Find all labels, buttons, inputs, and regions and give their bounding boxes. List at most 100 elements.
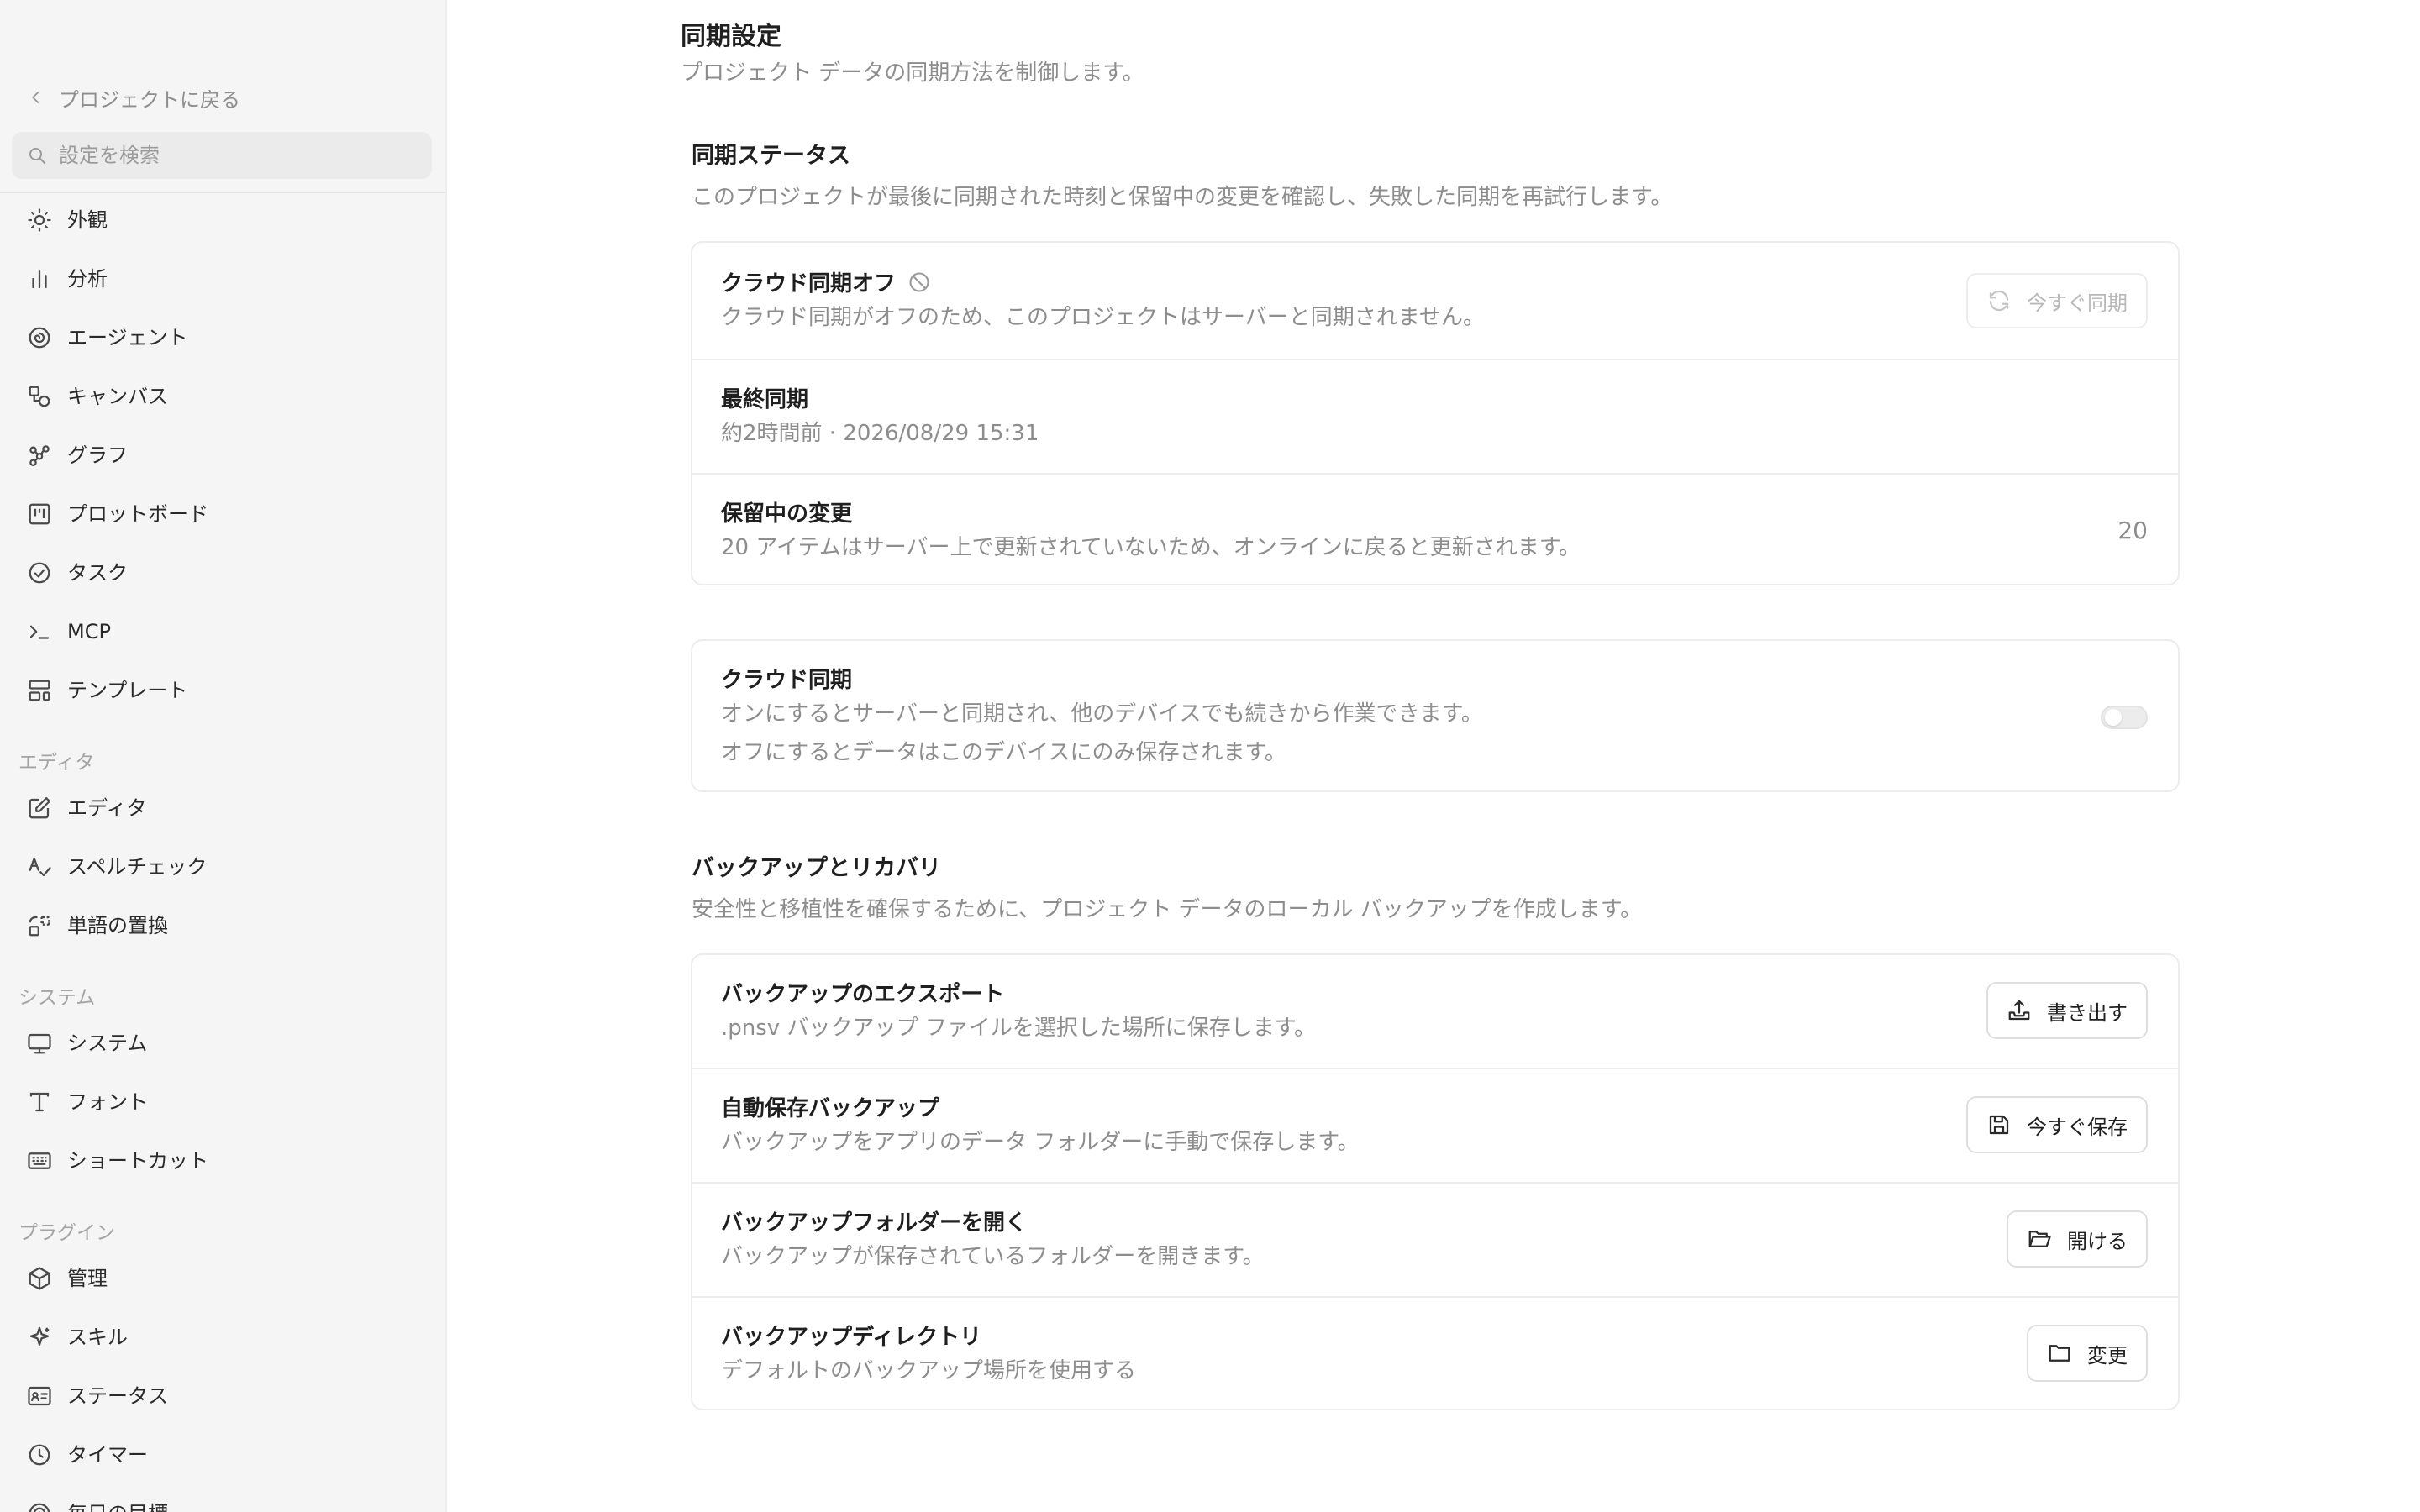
sidebar-item-label: ショートカット [67, 1149, 208, 1173]
id-card-icon [28, 1386, 51, 1406]
sidebar-item-label: MCP [67, 620, 111, 643]
sidebar-item-canvas[interactable]: キャンバス [12, 373, 432, 420]
sidebar-item-label: 単語の置換 [67, 914, 168, 937]
search-input[interactable] [57, 143, 413, 168]
sidebar-item-manage[interactable]: 管理 [12, 1255, 432, 1302]
sidebar-item-status[interactable]: ステータス [12, 1373, 432, 1420]
export-title: バックアップのエクスポート [721, 982, 1005, 1007]
backup-card: バックアップのエクスポート .pnsv バックアップ ファイルを選択した場所に保… [691, 953, 2180, 1410]
cloud-sync-desc-1: オンにするとサーバーと同期され、他のデバイスでも続きから作業できます。 [721, 701, 1483, 727]
export-button-label: 書き出す [2047, 1000, 2128, 1025]
save-now-button[interactable]: 今すぐ保存 [1966, 1096, 2148, 1153]
sidebar-item-label: 分析 [67, 267, 108, 291]
open-folder-desc: バックアップが保存されているフォルダーを開きます。 [721, 1244, 1265, 1269]
package-icon [29, 1267, 50, 1290]
sidebar-item-skills[interactable]: スキル [12, 1314, 432, 1361]
change-label: 変更 [2087, 1343, 2128, 1368]
cloud-sync-off-row: クラウド同期オフ クラウド同期がオフのため、このプロジェクトはサーバーと同期され… [692, 243, 2178, 359]
folder-icon [2049, 1345, 2070, 1362]
last-sync-title: 最終同期 [721, 387, 809, 412]
sidebar-item-analytics[interactable]: 分析 [12, 255, 432, 302]
folder-open-icon [2028, 1231, 2051, 1247]
sidebar-item-system[interactable]: システム [12, 1020, 432, 1067]
layout-template-icon [29, 680, 50, 701]
last-sync-row: 最終同期 約2時間前 · 2026/08/29 15:31 [692, 360, 2178, 473]
sidebar-item-editor[interactable]: エディタ [12, 785, 432, 832]
sidebar-item-appearance[interactable]: 外観 [12, 197, 432, 244]
sidebar-item-label: 管理 [67, 1267, 108, 1290]
settings-search[interactable] [12, 132, 432, 179]
section-label-editor: エディタ [18, 752, 95, 774]
save-now-label: 今すぐ保存 [2027, 1115, 2128, 1139]
check-circle-icon [29, 562, 50, 584]
sidebar-item-label: 外観 [67, 208, 108, 232]
cloud-off-label: クラウド同期オフ [721, 271, 897, 297]
sidebar-item-label: システム [67, 1032, 148, 1055]
settings-sidebar: プロジェクトに戻る 外観 分析 エージェント キャンバス グラフ プロットボード… [0, 0, 447, 1512]
kanban-icon [29, 503, 50, 525]
sparkle-icon [29, 1326, 50, 1346]
back-to-project-link[interactable]: プロジェクトに戻る [29, 84, 240, 112]
backup-title: バックアップとリカバリ [692, 855, 941, 881]
sidebar-item-timer[interactable]: タイマー [12, 1431, 432, 1478]
keyboard-icon [28, 1152, 51, 1169]
sidebar-item-spellcheck[interactable]: スペルチェック [12, 843, 432, 890]
change-directory-button[interactable]: 変更 [2027, 1325, 2148, 1382]
sun-icon [28, 208, 51, 232]
sidebar-item-label: エディタ [67, 796, 147, 820]
sidebar-item-fonts[interactable]: フォント [12, 1079, 432, 1126]
save-icon [1989, 1115, 2009, 1135]
cloud-sync-title: クラウド同期 [721, 668, 853, 693]
cloud-off-desc: クラウド同期がオフのため、このプロジェクトはサーバーと同期されません。 [721, 305, 1485, 330]
open-folder-label: 開ける [2067, 1229, 2128, 1253]
open-folder-button[interactable]: 開ける [2007, 1210, 2148, 1268]
sidebar-item-daily-goal[interactable]: 毎日の目標 [12, 1490, 432, 1512]
autosave-desc: バックアップをアプリのデータ フォルダーに手動で保存します。 [721, 1130, 1360, 1155]
sidebar-item-label: ステータス [67, 1384, 168, 1408]
sidebar-item-mcp[interactable]: MCP [12, 608, 432, 655]
sidebar-item-label: エージェント [67, 326, 188, 349]
back-label: プロジェクトに戻る [59, 87, 240, 112]
sync-now-button[interactable]: 今すぐ同期 [1966, 273, 2148, 328]
open-folder-title: バックアップフォルダーを開く [721, 1210, 1028, 1236]
open-backup-folder-row: バックアップフォルダーを開く バックアップが保存されているフォルダーを開きます。… [692, 1184, 2178, 1296]
cloud-off-title: クラウド同期オフ [721, 266, 931, 297]
cloud-sync-desc-2: オフにするとデータはこのデバイスにのみ保存されます。 [721, 740, 1286, 765]
spell-check-icon [29, 857, 51, 877]
sidebar-item-templates[interactable]: テンプレート [12, 667, 432, 714]
sync-now-label: 今すぐ同期 [2027, 291, 2128, 315]
bar-chart-icon [32, 270, 47, 289]
upload-icon [2008, 1000, 2030, 1021]
sidebar-item-label: スキル [67, 1326, 128, 1349]
cloud-sync-card: クラウド同期 オンにするとサーバーと同期され、他のデバイスでも続きから作業できま… [691, 639, 2180, 792]
sidebar-item-label: フォント [67, 1090, 148, 1114]
last-sync-value: 約2時間前 · 2026/08/29 15:31 [721, 421, 1039, 446]
section-label-system: システム [18, 987, 96, 1009]
graph-nodes-icon [29, 445, 50, 466]
pending-desc: 20 アイテムはサーバー上で更新されていないため、オンラインに戻ると更新されます… [721, 535, 1581, 560]
directory-desc: デフォルトのバックアップ場所を使用する [721, 1358, 1137, 1383]
sync-status-title: 同期ステータス [692, 143, 850, 169]
backup-directory-row: バックアップディレクトリ デフォルトのバックアップ場所を使用する 変更 [692, 1298, 2178, 1409]
sidebar-item-label: グラフ [67, 444, 128, 467]
directory-title: バックアップディレクトリ [721, 1325, 982, 1350]
sidebar-divider [0, 192, 445, 193]
edit-icon [29, 797, 50, 819]
export-button[interactable]: 書き出す [1986, 982, 2148, 1039]
autosave-title: 自動保存バックアップ [721, 1096, 940, 1121]
sidebar-item-graph[interactable]: グラフ [12, 432, 432, 479]
page-title: 同期設定 [681, 22, 781, 51]
sidebar-item-agent[interactable]: エージェント [12, 314, 432, 361]
sidebar-item-shortcuts[interactable]: ショートカット [12, 1137, 432, 1184]
refresh-icon [1989, 290, 2009, 312]
cloud-sync-toggle[interactable] [2101, 706, 2148, 729]
sidebar-item-label: テンプレート [67, 679, 188, 702]
sync-status-card: クラウド同期オフ クラウド同期がオフのため、このプロジェクトはサーバーと同期され… [691, 241, 2180, 585]
autosave-backup-row: 自動保存バックアップ バックアップをアプリのデータ フォルダーに手動で保存します… [692, 1069, 2178, 1182]
sync-status-desc: このプロジェクトが最後に同期された時刻と保留中の変更を確認し、失敗した同期を再試… [692, 185, 1673, 210]
sidebar-item-word-replace[interactable]: 単語の置換 [12, 902, 432, 949]
pending-changes-row: 保留中の変更 20 アイテムはサーバー上で更新されていないため、オンラインに戻る… [692, 475, 2178, 584]
export-backup-row: バックアップのエクスポート .pnsv バックアップ ファイルを選択した場所に保… [692, 955, 2178, 1068]
sidebar-item-tasks[interactable]: タスク [12, 549, 432, 596]
sidebar-item-plotboard[interactable]: プロットボード [12, 491, 432, 538]
